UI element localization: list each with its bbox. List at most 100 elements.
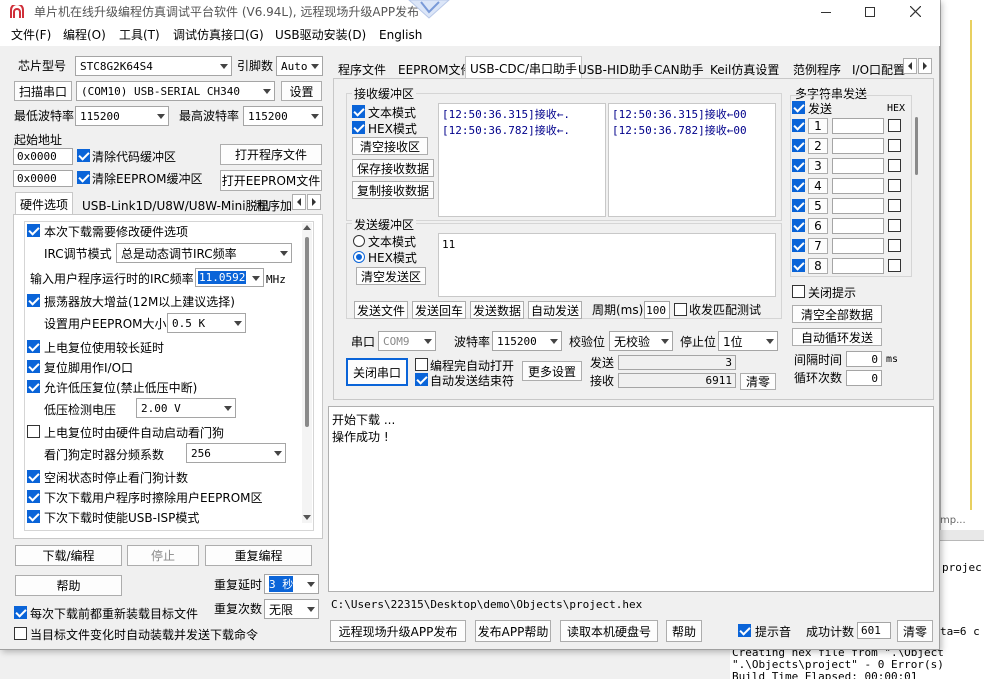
send-input-area[interactable]: 11 [438, 233, 776, 297]
scan-port-button[interactable]: 扫描串口 [14, 81, 72, 101]
remote-publish-button[interactable]: 远程现场升级APP发布 [330, 620, 466, 642]
tab-usb-link[interactable]: USB-Link1D/U8W/U8W-Mini脱机 [77, 194, 275, 216]
menu-debug[interactable]: 调试仿真接口(G) [173, 29, 264, 41]
osc-gain-checkbox[interactable] [27, 294, 40, 307]
tab-hardware-options[interactable]: 硬件选项 [15, 192, 74, 215]
multi-row-send-checkbox[interactable] [792, 179, 805, 192]
publish-help-button[interactable]: 发布APP帮助 [475, 620, 551, 642]
wdt-auto-checkbox[interactable] [27, 425, 40, 438]
recv-text-mode-checkbox[interactable] [352, 105, 365, 118]
multi-row-input[interactable] [832, 158, 884, 174]
usb-isp-checkbox[interactable] [27, 510, 40, 523]
multi-send-all-checkbox[interactable] [792, 101, 805, 114]
multi-row-send-checkbox[interactable] [792, 139, 805, 152]
tab-program-file[interactable]: 程序文件 [333, 58, 391, 80]
close-tips-checkbox[interactable] [792, 285, 805, 298]
start-addr-eeprom-field[interactable]: 0x0000 [13, 170, 73, 187]
multi-row-hex-checkbox[interactable] [888, 259, 901, 272]
multi-row-send-checkbox[interactable] [792, 259, 805, 272]
tab-usb-hid[interactable]: USB-HID助手 [573, 58, 658, 80]
multi-row-hex-checkbox[interactable] [888, 239, 901, 252]
interval-field[interactable]: 0 [846, 351, 882, 367]
reset-io-checkbox[interactable] [27, 360, 40, 373]
tab-scroll-right[interactable] [307, 194, 321, 210]
hardware-scrollbar[interactable] [302, 223, 312, 523]
clear-all-button[interactable]: 清空全部数据 [792, 305, 882, 323]
multi-row-send-checkbox[interactable] [792, 159, 805, 172]
save-recv-button[interactable]: 保存接收数据 [352, 159, 434, 177]
send-return-button[interactable]: 发送回车 [412, 301, 466, 319]
clear-count-button[interactable]: 清零 [740, 373, 776, 390]
lvd-voltage-select[interactable]: 2.00 V [136, 398, 236, 418]
clear-recv-button[interactable]: 清空接收区 [352, 137, 428, 155]
recv-hex-mode-checkbox[interactable] [352, 121, 365, 134]
tab-examples[interactable]: 范例程序 [788, 58, 846, 80]
recv-text-area[interactable]: [12:50:36.315]接收←. [12:50:36.782]接收←. [438, 103, 606, 217]
multi-row-input[interactable] [832, 138, 884, 154]
multi-row-hex-checkbox[interactable] [888, 179, 901, 192]
maximize-button[interactable] [850, 4, 890, 20]
multi-row-send-button[interactable]: 6 [808, 218, 828, 234]
loop-count-field[interactable]: 0 [846, 370, 882, 386]
multi-row-send-button[interactable]: 5 [808, 198, 828, 214]
tab-program-add[interactable]: 程序加 [251, 194, 297, 216]
repeat-delay-select[interactable]: 3 秒 [264, 574, 319, 594]
hardware-scroll-thumb[interactable] [305, 237, 309, 427]
irc-freq-select[interactable]: 11.0592 [195, 268, 264, 287]
multi-row-input[interactable] [832, 198, 884, 214]
poweron-delay-checkbox[interactable] [27, 340, 40, 353]
multi-row-input[interactable] [832, 218, 884, 234]
erase-eeprom-checkbox[interactable] [27, 490, 40, 503]
close-button[interactable] [895, 4, 935, 20]
close-port-button[interactable]: 关闭串口 [346, 358, 408, 386]
wdt-idle-checkbox[interactable] [27, 470, 40, 483]
beep-checkbox[interactable] [738, 624, 751, 637]
max-baud-select[interactable]: 115200 [243, 106, 323, 126]
reload-before-checkbox[interactable] [14, 606, 27, 619]
match-test-checkbox[interactable] [674, 303, 687, 316]
auto-send-button[interactable]: 自动发送 [528, 301, 582, 319]
auto-loop-button[interactable]: 自动循环发送 [792, 328, 882, 346]
clear-eeprom-checkbox[interactable] [77, 171, 90, 184]
irc-mode-select[interactable]: 总是动态调节IRC频率 [116, 243, 292, 263]
chip-select[interactable]: STC8G2K64S4 [75, 56, 232, 76]
multi-row-send-checkbox[interactable] [792, 219, 805, 232]
tab-can[interactable]: CAN助手 [649, 58, 709, 80]
pins-select[interactable]: Auto [276, 56, 323, 76]
multi-row-input[interactable] [832, 178, 884, 194]
minimize-button[interactable] [806, 4, 846, 20]
open-eeprom-button[interactable]: 打开EEPROM文件 [220, 170, 322, 191]
port-select[interactable]: (COM10) USB-SERIAL CH340 [76, 81, 275, 101]
min-baud-select[interactable]: 115200 [75, 106, 169, 126]
send-hex-mode-radio[interactable] [353, 251, 365, 263]
multi-row-send-checkbox[interactable] [792, 239, 805, 252]
recv-hex-area[interactable]: [12:50:36.315]接收←00 [12:50:36.782]接收←00 [608, 103, 776, 217]
lvd-reset-checkbox[interactable] [27, 380, 40, 393]
menu-english[interactable]: English [379, 29, 422, 41]
open-program-button[interactable]: 打开程序文件 [220, 144, 322, 165]
multi-row-hex-checkbox[interactable] [888, 159, 901, 172]
tab-keil[interactable]: Keil仿真设置 [705, 58, 784, 80]
clear-code-checkbox[interactable] [77, 149, 90, 162]
multi-row-send-button[interactable]: 3 [808, 158, 828, 174]
opt-change-checkbox[interactable] [27, 224, 40, 237]
copy-recv-button[interactable]: 复制接收数据 [352, 181, 434, 199]
output-help-button[interactable]: 帮助 [666, 620, 702, 642]
multi-row-input[interactable] [832, 258, 884, 274]
tab-scroll-left[interactable] [292, 194, 306, 210]
send-data-button[interactable]: 发送数据 [470, 301, 524, 319]
baud-select[interactable]: 115200 [492, 331, 562, 351]
multi-row-send-button[interactable]: 2 [808, 138, 828, 154]
send-text-mode-radio[interactable] [353, 235, 365, 247]
menu-file[interactable]: 文件(F) [11, 29, 51, 41]
stopbit-select[interactable]: 1位 [718, 331, 778, 351]
period-field[interactable]: 100 [644, 301, 670, 319]
menu-program[interactable]: 编程(O) [63, 29, 106, 41]
multi-row-send-button[interactable]: 8 [808, 258, 828, 274]
multi-row-send-button[interactable]: 4 [808, 178, 828, 194]
menu-usb-driver[interactable]: USB驱动安装(D) [275, 29, 366, 41]
send-file-button[interactable]: 发送文件 [354, 301, 408, 319]
stop-button[interactable]: 停止 [127, 545, 199, 566]
multi-row-hex-checkbox[interactable] [888, 199, 901, 212]
output-log[interactable]: 开始下载 ... 操作成功 ! [328, 406, 934, 592]
